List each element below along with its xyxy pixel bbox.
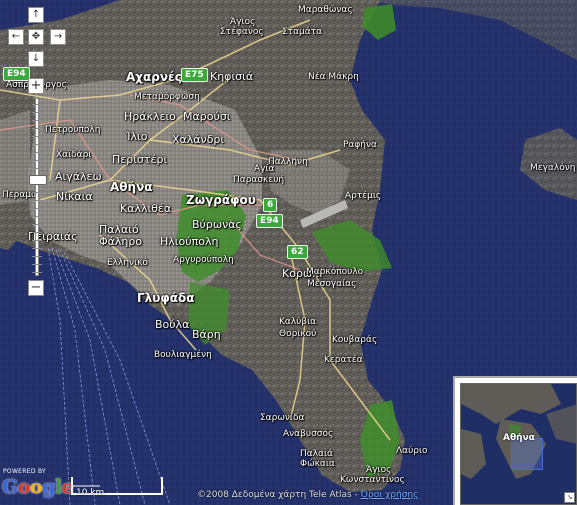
route-shield: E94 — [3, 67, 30, 81]
place-label: Αρτέμις — [345, 191, 382, 201]
route-shield: E75 — [181, 68, 208, 82]
powered-by-label: POWERED BY — [3, 468, 47, 475]
place-label: Ελληνικό — [107, 258, 148, 268]
place-label: Παλαιό — [99, 223, 139, 236]
terms-of-use-link[interactable]: Όροι χρήσης — [361, 490, 419, 500]
zoom-tick — [32, 136, 42, 137]
zoom-tick — [32, 104, 42, 105]
pan-center-button[interactable]: ✥ — [28, 29, 44, 45]
place-label: Άγιος — [366, 465, 392, 475]
place-label: Περιστέρι — [112, 153, 168, 166]
place-label: Φάληρο — [99, 235, 143, 248]
place-label: Κηφισιά — [210, 70, 254, 83]
zoom-slider-track[interactable] — [31, 98, 43, 276]
overview-map-view[interactable]: Αθήνα ↘ — [460, 383, 577, 505]
place-label: Κερατέα — [324, 355, 363, 365]
place-label: Καλύβια — [279, 317, 317, 327]
place-label: Αργυρούπολη — [173, 255, 234, 265]
google-logo[interactable]: Google — [2, 476, 74, 498]
zoom-tick — [32, 152, 42, 153]
zoom-tick — [32, 192, 42, 193]
place-label: Βούλα — [155, 318, 190, 331]
zoom-tick — [32, 168, 42, 169]
logo-letter: o — [17, 476, 31, 498]
zoom-tick — [32, 200, 42, 201]
place-label: Μαραθώνας — [298, 5, 353, 15]
place-label: Ραφήνα — [343, 140, 377, 150]
pan-up-button[interactable]: ↑ — [28, 7, 44, 23]
place-label: Αθήνα — [110, 180, 153, 194]
place-label: Αγία — [254, 164, 275, 174]
zoom-tick — [32, 208, 42, 209]
zoom-slider-thumb[interactable] — [29, 174, 47, 185]
place-label: Πετρούπολη — [45, 125, 101, 135]
zoom-rail — [35, 98, 39, 276]
overview-city-label: Αθήνα — [503, 433, 535, 443]
zoom-in-button[interactable]: + — [28, 78, 44, 94]
place-label: Ζωγράφου — [186, 193, 256, 207]
place-label: Μεσογαίας — [307, 279, 357, 289]
zoom-tick — [32, 240, 42, 241]
place-label: Σαρωνίδα — [260, 413, 305, 423]
place-label: Μεγαλόνη — [530, 163, 576, 173]
zoom-tick — [32, 264, 42, 265]
pan-left-button[interactable]: ← — [8, 29, 24, 45]
place-label: Αχαρνές — [126, 70, 182, 84]
route-shield: 6 — [263, 198, 278, 212]
place-label: Βάρη — [192, 328, 221, 341]
place-label: Παρασκευή — [233, 175, 285, 185]
zoom-tick — [32, 224, 42, 225]
place-label: Βύρωνας — [192, 218, 242, 231]
overview-toggle-icon[interactable]: ↘ — [564, 492, 575, 503]
pan-right-button[interactable]: → — [50, 29, 66, 45]
place-label: Φώκαια — [300, 459, 335, 469]
zoom-tick — [32, 144, 42, 145]
place-label: Παλαιά — [300, 449, 333, 459]
logo-letter: o — [29, 476, 43, 498]
overview-map[interactable]: Αθήνα ↘ — [453, 376, 577, 505]
place-label: Κωνσταντίνος — [340, 475, 405, 485]
place-label: Χαλάνδρι — [172, 133, 225, 146]
scale-label: 10 km — [76, 488, 105, 498]
route-shield: E94 — [256, 214, 283, 228]
place-label: Νίκαια — [56, 190, 93, 203]
zoom-tick — [32, 216, 42, 217]
place-label: Χαϊδάρι — [56, 150, 92, 160]
place-label: Κουβαράς — [332, 335, 378, 345]
zoom-tick — [32, 272, 42, 273]
logo-letter: l — [54, 476, 62, 498]
place-label: Άγιος — [230, 17, 256, 27]
place-label: Καλλιθέα — [120, 202, 172, 215]
logo-letter: G — [2, 476, 18, 498]
zoom-tick — [32, 232, 42, 233]
zoom-tick — [32, 256, 42, 257]
place-label: Αναβυσσός — [283, 429, 334, 439]
map-view[interactable]: Άγιος Στέφανος Σταμάτα Μαραθώνας Αχαρνές Κηφι… — [0, 0, 577, 505]
place-label: Μαρούσι — [183, 110, 231, 123]
place-label: Βουλιαγμένη — [154, 350, 212, 360]
zoom-tick — [32, 248, 42, 249]
place-label: Θορικού — [279, 329, 317, 339]
place-label: Γλυφάδα — [137, 291, 195, 305]
pan-down-button[interactable]: ↓ — [28, 51, 44, 67]
place-label: Ηράκλειο — [124, 110, 176, 123]
zoom-tick — [32, 128, 42, 129]
place-label: Σταμάτα — [282, 27, 323, 37]
place-label: Αιγάλεω — [55, 170, 102, 183]
copyright-notice: ©2008 Δεδομένα χάρτη Tele Atlas - Όροι χ… — [197, 490, 418, 500]
place-label: Ηλιούπολη — [160, 235, 219, 248]
zoom-tick — [32, 120, 42, 121]
place-label: Νέα Μάκρη — [308, 72, 359, 82]
route-shield: 62 — [287, 245, 308, 259]
place-label: Ίλιο — [126, 130, 148, 143]
logo-letter: g — [42, 476, 55, 498]
copyright-text: ©2008 Δεδομένα χάρτη Tele Atlas - — [197, 490, 358, 500]
zoom-out-button[interactable]: − — [28, 280, 44, 296]
place-label: Στέφανος — [220, 27, 264, 37]
place-label: Λαύριο — [396, 446, 428, 456]
place-label: Μαρκόπουλο — [306, 267, 364, 277]
zoom-tick — [32, 112, 42, 113]
place-label: Μεταμόρφωση — [134, 92, 200, 102]
zoom-tick — [32, 160, 42, 161]
